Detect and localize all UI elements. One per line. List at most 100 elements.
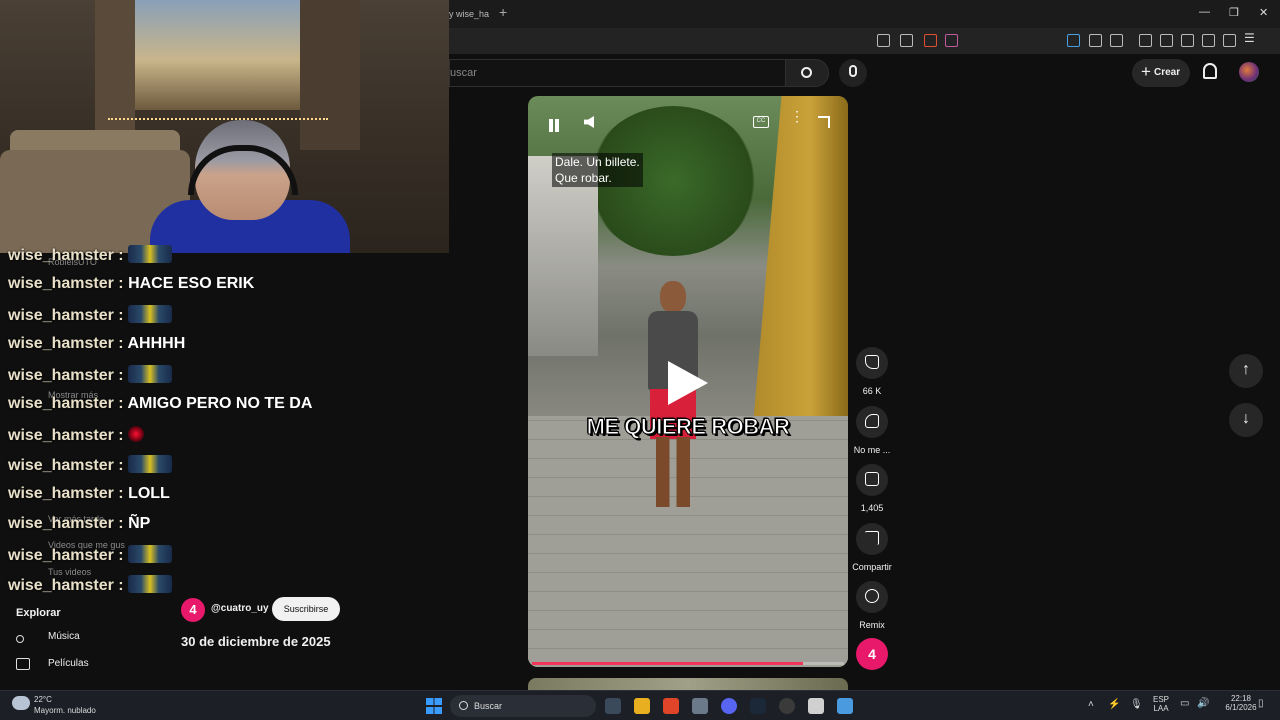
chat-username: wise_hamster	[8, 547, 114, 564]
file-explorer-icon[interactable]	[634, 698, 650, 714]
chat-message: wise_hamster : AHHHH	[8, 335, 185, 359]
shorts-video-player[interactable]: CC ⋮ Dale. Un billete. Que robar. ME QUI…	[528, 96, 848, 667]
search-icon	[459, 701, 468, 710]
clock[interactable]: 22:18 6/1/2026	[1224, 694, 1258, 712]
browser-toolbar: ☰	[449, 28, 1280, 54]
chat-separator: :	[113, 515, 129, 532]
comments-action[interactable]: 1,405	[848, 464, 896, 513]
vpn-icon[interactable]	[1223, 34, 1236, 47]
taskbar-search[interactable]: Buscar	[450, 695, 596, 717]
subscribe-button[interactable]: Suscribirse	[272, 597, 340, 621]
arrow-up-icon: ↑	[1242, 361, 1250, 378]
voice-search-button[interactable]	[839, 59, 867, 87]
chat-separator: :	[113, 427, 129, 444]
screen: y wise_ha + — ❐ ✕ ☰ uscar + Crear Roblei…	[0, 0, 1280, 720]
chat-message: wise_hamster :	[8, 455, 173, 479]
volume-icon[interactable]	[584, 116, 594, 128]
remix-action[interactable]: Remix	[848, 581, 896, 630]
channel-badge-action[interactable]: 4	[848, 638, 896, 670]
account-avatar[interactable]	[1239, 62, 1259, 82]
next-short-preview[interactable]	[528, 678, 848, 690]
man-head	[660, 281, 686, 313]
channel-name[interactable]: @cuatro_uy	[211, 603, 269, 614]
mic-icon	[849, 65, 857, 77]
windows-start-icon[interactable]	[426, 698, 442, 714]
chat-separator: :	[113, 457, 129, 474]
comments-button[interactable]	[856, 464, 888, 496]
wifi-icon[interactable]: ▭	[1180, 698, 1189, 709]
rewards-icon[interactable]	[945, 34, 958, 47]
browser-tab[interactable]: y wise_ha	[449, 3, 491, 25]
next-short-button[interactable]: ↓	[1229, 403, 1263, 437]
pause-icon[interactable]	[542, 114, 566, 138]
like-button[interactable]	[856, 347, 888, 379]
browser-tabbar: y wise_ha + — ❐ ✕	[449, 0, 1280, 28]
minimize-button[interactable]: —	[1199, 6, 1210, 18]
translate-icon[interactable]	[1067, 34, 1080, 47]
chat-separator: :	[113, 247, 129, 264]
dislike-button[interactable]	[856, 406, 888, 438]
fullscreen-icon[interactable]	[818, 116, 830, 128]
brave-shield-icon[interactable]	[924, 34, 937, 47]
steam-icon[interactable]	[750, 698, 766, 714]
network-icon[interactable]: ⚡	[1108, 699, 1120, 710]
tray-chevron-icon[interactable]: ˄	[1088, 699, 1094, 710]
chat-message: wise_hamster : LOLL	[8, 485, 170, 509]
windows-taskbar: 22°C Mayorm. nublado Buscar ˄ ⚡ 🎙 ESP LA…	[0, 690, 1280, 720]
stream-chat: wise_hamster : wise_hamster : HACE ESO E…	[0, 245, 449, 598]
chat-message: wise_hamster : HACE ESO ERIK	[8, 275, 254, 299]
app-icon[interactable]	[779, 698, 795, 714]
previous-short-button[interactable]: ↑	[1229, 354, 1263, 388]
leo-icon[interactable]	[1202, 34, 1215, 47]
download-icon[interactable]	[1139, 34, 1152, 47]
search-input[interactable]: uscar	[449, 59, 785, 87]
plus-icon: +	[1141, 62, 1151, 81]
film-icon	[16, 658, 30, 670]
screenshot-icon[interactable]	[1110, 34, 1123, 47]
close-button[interactable]: ✕	[1259, 6, 1268, 19]
remix-icon	[865, 589, 879, 603]
sidebar-icon[interactable]	[1160, 34, 1173, 47]
wallet-icon[interactable]	[1181, 34, 1194, 47]
like-action[interactable]: 66 K	[848, 347, 896, 396]
chat-message: wise_hamster :	[8, 305, 173, 329]
search-button[interactable]	[785, 59, 829, 87]
captions-icon[interactable]: CC	[753, 116, 769, 128]
discord-icon[interactable]	[721, 698, 737, 714]
chat-message: wise_hamster : ÑP	[8, 515, 150, 539]
task-view-icon[interactable]	[605, 698, 621, 714]
notifications-bell-icon[interactable]	[1203, 63, 1217, 79]
more-options-icon[interactable]: ⋮	[790, 109, 804, 130]
mic-tray-icon[interactable]: 🎙	[1130, 699, 1143, 710]
remix-button[interactable]	[856, 581, 888, 613]
red-emote-icon	[128, 425, 145, 443]
volume-tray-icon[interactable]: 🔊	[1197, 698, 1209, 709]
menu-icon[interactable]: ☰	[1244, 31, 1257, 45]
app-window-icon[interactable]	[808, 698, 824, 714]
chat-username: wise_hamster	[8, 577, 114, 594]
brave-browser-icon[interactable]	[663, 698, 679, 714]
video-progress-bar[interactable]	[532, 662, 844, 665]
channel-badge[interactable]: 4	[856, 638, 888, 670]
create-button[interactable]: + Crear	[1132, 59, 1190, 87]
dislike-action[interactable]: No me ...	[848, 406, 896, 455]
chat-separator: :	[113, 485, 129, 502]
cloud-icon[interactable]	[12, 696, 30, 710]
caption-line: Dale. Un billete.	[555, 155, 640, 169]
notepad-icon[interactable]	[837, 698, 853, 714]
maximize-button[interactable]: ❐	[1229, 6, 1239, 19]
extensions-icon[interactable]	[1089, 34, 1102, 47]
chat-username: wise_hamster	[8, 367, 114, 384]
notification-center-icon[interactable]: ▯	[1258, 698, 1264, 709]
streamer	[150, 120, 350, 253]
share-icon[interactable]	[900, 34, 913, 47]
chat-message: wise_hamster :	[8, 365, 173, 389]
language-indicator[interactable]: ESP LAA	[1152, 695, 1170, 713]
cast-icon[interactable]	[877, 34, 890, 47]
new-tab-button[interactable]: +	[499, 4, 507, 20]
chat-text: AHHHH	[127, 335, 186, 352]
channel-logo[interactable]: 4	[181, 598, 205, 622]
share-action[interactable]: Compartir	[848, 523, 896, 572]
share-button[interactable]	[856, 523, 888, 555]
calculator-icon[interactable]	[692, 698, 708, 714]
